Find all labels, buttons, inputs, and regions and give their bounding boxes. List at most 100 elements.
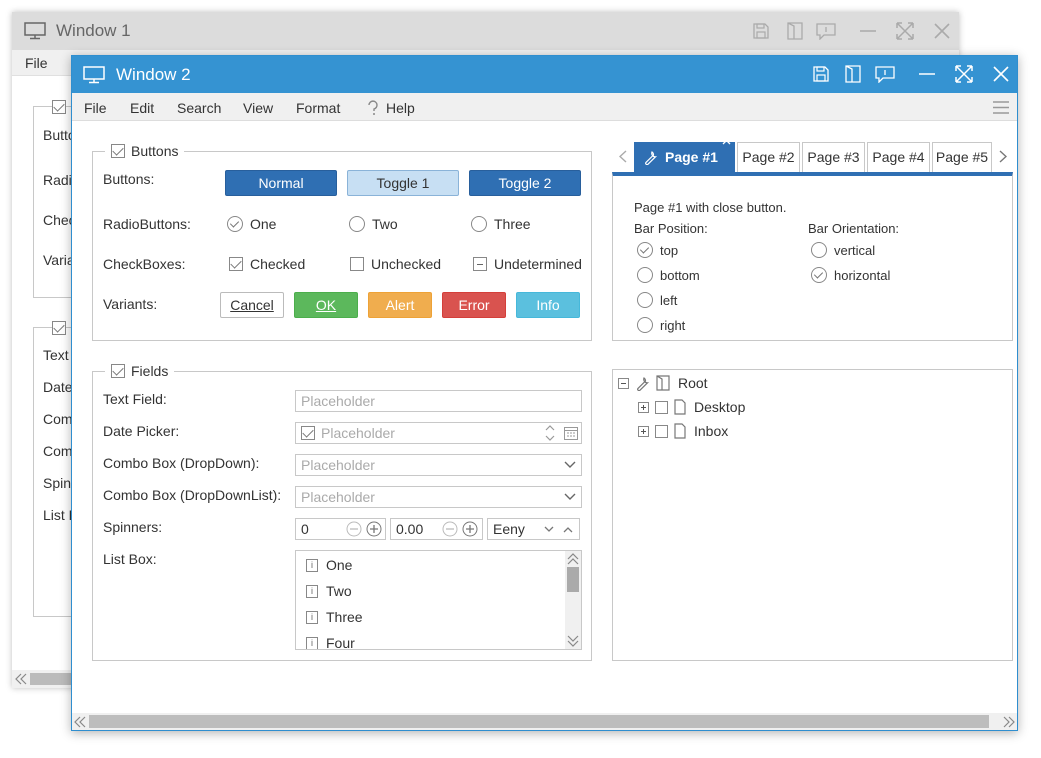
tree-checkbox[interactable]: [655, 424, 668, 438]
minimize-icon[interactable]: [919, 73, 935, 75]
scroll-up-icon[interactable]: [567, 553, 579, 565]
hamburger-icon[interactable]: [993, 101, 1009, 114]
tree-view[interactable]: Root Desktop Inbox: [612, 369, 1013, 661]
tab-page-4[interactable]: Page #4: [867, 142, 930, 172]
radio-one[interactable]: One: [227, 216, 276, 232]
list-box[interactable]: i One i Two i Three i Four: [295, 550, 582, 650]
menu-search[interactable]: Search: [177, 100, 221, 116]
radio-position-right[interactable]: right: [637, 317, 685, 333]
collapse-icon[interactable]: [618, 377, 629, 389]
ok-button[interactable]: OK: [294, 292, 358, 318]
tree-node-inbox[interactable]: Inbox: [638, 423, 728, 439]
menu-view[interactable]: View: [243, 100, 273, 116]
close-icon[interactable]: [993, 66, 1009, 82]
combo-dropdown[interactable]: Placeholder: [295, 454, 582, 476]
window-1-titlebar[interactable]: Window 1: [12, 12, 959, 50]
minus-circle-icon[interactable]: [442, 521, 458, 537]
minimize-icon[interactable]: [860, 30, 876, 32]
book-icon[interactable]: [787, 22, 803, 40]
menu-file[interactable]: File: [25, 55, 48, 71]
tab-page-5[interactable]: Page #5: [932, 142, 992, 172]
date-picker[interactable]: Placeholder: [295, 422, 582, 444]
scroll-right-icon[interactable]: [1003, 716, 1015, 728]
radio-two[interactable]: Two: [349, 216, 398, 232]
maximize-icon[interactable]: [955, 65, 973, 83]
comment-icon[interactable]: [875, 66, 895, 83]
scroll-left-icon[interactable]: [15, 673, 27, 685]
tree-node-root[interactable]: Root: [618, 375, 708, 391]
tab-close-icon[interactable]: [722, 136, 731, 145]
comment-icon[interactable]: [816, 23, 836, 40]
radio-right-indicator[interactable]: [637, 317, 653, 333]
decimal-spinner[interactable]: 0.00: [390, 518, 483, 540]
text-field[interactable]: Placeholder: [295, 390, 582, 412]
radio-top-indicator[interactable]: [637, 242, 653, 258]
calendar-icon[interactable]: [564, 426, 578, 440]
list-spinner[interactable]: Eeny: [487, 518, 580, 540]
fields-group-checkbox[interactable]: [111, 364, 125, 378]
radio-bottom-indicator[interactable]: [637, 267, 653, 283]
normal-button[interactable]: Normal: [225, 170, 337, 196]
info-button[interactable]: Info: [516, 292, 580, 318]
list-item[interactable]: i Two: [306, 583, 352, 599]
window-2-titlebar[interactable]: Window 2: [72, 56, 1017, 93]
tab-scroll-right-icon[interactable]: [999, 150, 1007, 163]
tab-page-1[interactable]: Page #1: [634, 136, 735, 172]
save-icon[interactable]: [753, 23, 769, 39]
tab-page-2[interactable]: Page #2: [737, 142, 800, 172]
alert-button[interactable]: Alert: [368, 292, 432, 318]
chevron-up-icon[interactable]: [563, 526, 573, 533]
group-checkbox[interactable]: [52, 321, 66, 335]
tree-checkbox[interactable]: [655, 400, 668, 414]
radio-position-left[interactable]: left: [637, 292, 677, 308]
expand-icon[interactable]: [638, 401, 649, 413]
toggle-1-button[interactable]: Toggle 1: [347, 170, 459, 196]
radio-horizontal-indicator[interactable]: [811, 267, 827, 283]
chevron-down-icon[interactable]: [544, 526, 554, 533]
menu-file[interactable]: File: [84, 100, 107, 116]
list-scrollbar[interactable]: [565, 551, 581, 649]
maximize-icon[interactable]: [896, 22, 914, 40]
checkbox-checked-indicator[interactable]: [229, 257, 243, 271]
plus-circle-icon[interactable]: [462, 521, 478, 537]
scroll-down-icon[interactable]: [567, 635, 579, 647]
radio-left-indicator[interactable]: [637, 292, 653, 308]
scroll-thumb[interactable]: [567, 567, 579, 592]
group-checkbox[interactable]: [52, 100, 66, 114]
radio-three-indicator[interactable]: [471, 216, 487, 232]
scroll-left-icon[interactable]: [74, 716, 86, 728]
expand-icon[interactable]: [638, 425, 649, 437]
list-item[interactable]: i One: [306, 557, 352, 573]
chevron-down-icon[interactable]: [564, 461, 576, 469]
tree-node-desktop[interactable]: Desktop: [638, 399, 745, 415]
checkbox-undetermined-indicator[interactable]: [473, 257, 487, 271]
radio-two-indicator[interactable]: [349, 216, 365, 232]
scroll-thumb[interactable]: [89, 715, 989, 728]
menu-help[interactable]: Help: [386, 100, 415, 116]
menu-format[interactable]: Format: [296, 100, 340, 116]
plus-circle-icon[interactable]: [366, 521, 382, 537]
checkbox-unchecked-indicator[interactable]: [350, 257, 364, 271]
radio-orientation-horizontal[interactable]: horizontal: [811, 267, 890, 283]
window-2[interactable]: Window 2 File Edit Search View Format He…: [71, 55, 1018, 731]
minus-circle-icon[interactable]: [346, 521, 362, 537]
list-item[interactable]: i Four: [306, 635, 355, 649]
radio-position-top[interactable]: top: [637, 242, 678, 258]
radio-orientation-vertical[interactable]: vertical: [811, 242, 875, 258]
save-icon[interactable]: [813, 66, 829, 82]
spin-updown-icon[interactable]: [545, 424, 555, 442]
menu-edit[interactable]: Edit: [130, 100, 154, 116]
close-icon[interactable]: [934, 23, 950, 39]
cancel-button[interactable]: Cancel: [220, 292, 284, 318]
tab-page-3[interactable]: Page #3: [802, 142, 865, 172]
checkbox-checked[interactable]: Checked: [229, 256, 305, 272]
radio-position-bottom[interactable]: bottom: [637, 267, 700, 283]
checkbox-unchecked[interactable]: Unchecked: [350, 256, 441, 272]
tab-scroll-left-icon[interactable]: [619, 150, 627, 163]
buttons-group-checkbox[interactable]: [111, 144, 125, 158]
radio-three[interactable]: Three: [471, 216, 531, 232]
book-icon[interactable]: [845, 65, 861, 83]
radio-one-indicator[interactable]: [227, 216, 243, 232]
radio-vertical-indicator[interactable]: [811, 242, 827, 258]
toggle-2-button[interactable]: Toggle 2: [469, 170, 581, 196]
